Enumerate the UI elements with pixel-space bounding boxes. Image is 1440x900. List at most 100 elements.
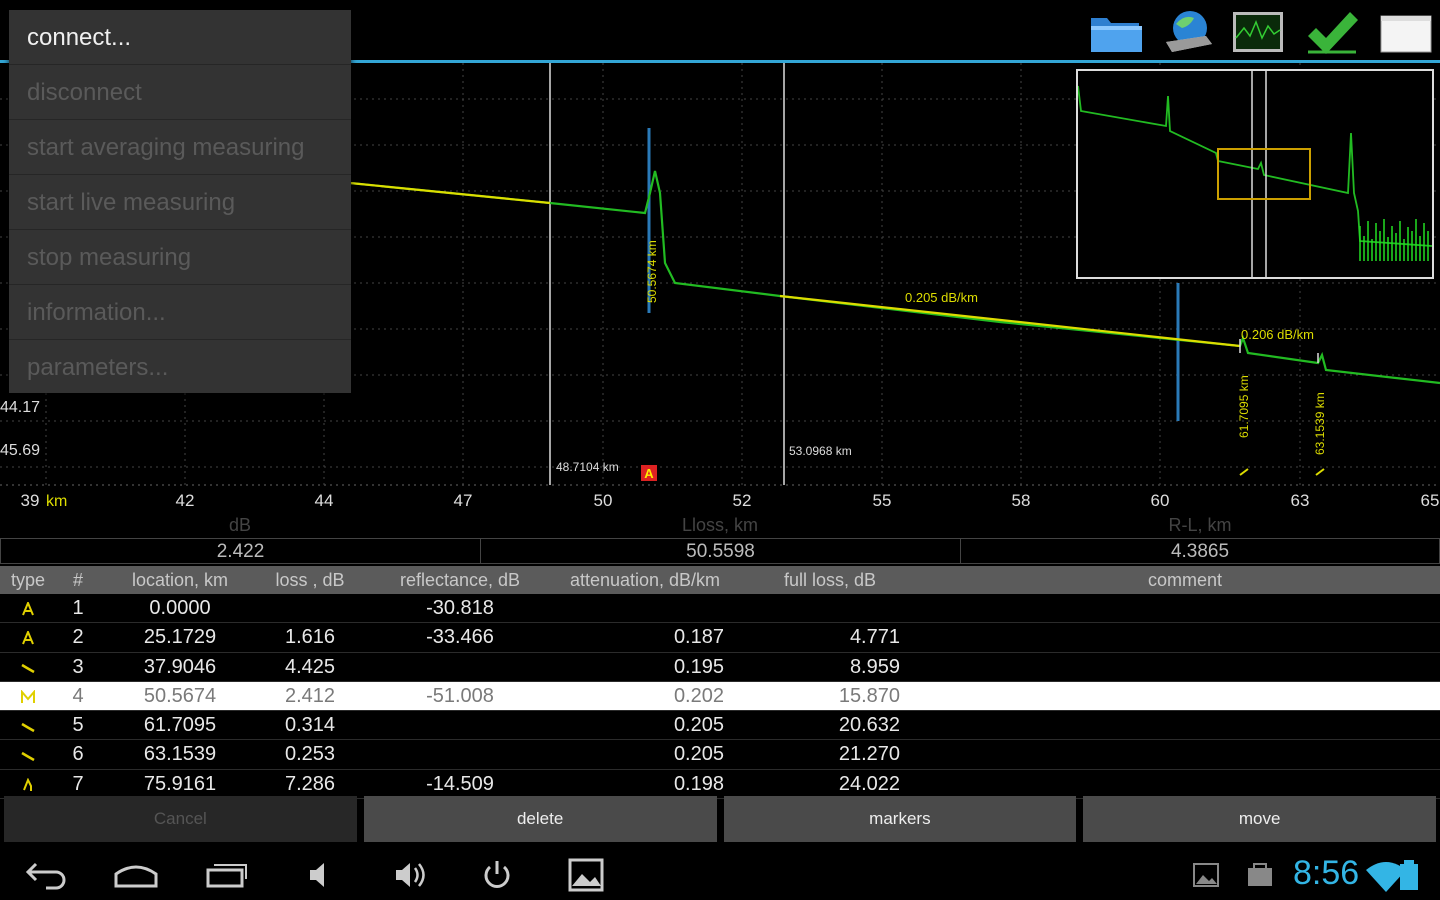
summary-db-value: 2.422 (0, 538, 480, 564)
cell-comment (930, 623, 1440, 651)
volume-down-icon[interactable] (300, 858, 348, 892)
screenshot-icon[interactable] (562, 858, 610, 892)
cell-num: 2 (72, 626, 84, 649)
y-label: 44.17 (0, 399, 40, 416)
markers-button[interactable]: markers (723, 796, 1077, 842)
splice-icon (21, 743, 35, 765)
cell-refl: -51.008 (426, 684, 494, 707)
cell-comment (930, 682, 1440, 710)
menu-item-start-live: start live measuring (9, 175, 351, 230)
col-header[interactable]: location, km (100, 566, 260, 594)
col-header[interactable]: reflectance, dB (360, 566, 560, 594)
cell-full: 21.270 (838, 743, 900, 766)
cell-num: 3 (72, 655, 84, 678)
cell-full: 4.771 (849, 626, 900, 649)
cursor-right-label: 53.0968 km (789, 444, 852, 458)
power-icon[interactable] (474, 858, 522, 892)
marker-a-icon (21, 626, 35, 648)
cell-loc: 63.1539 (143, 743, 217, 766)
cell-full: 8.959 (849, 655, 900, 678)
cell-loc: 50.5674 (143, 684, 217, 707)
briefcase-notification-icon[interactable] (1236, 858, 1284, 892)
cell-refl: -33.466 (426, 626, 494, 649)
cell-full: 20.632 (838, 714, 900, 737)
x-unit: km (46, 493, 67, 510)
cell-refl: -30.818 (426, 597, 494, 619)
menu-item-information: information... (9, 285, 351, 340)
splice-icon (21, 714, 35, 736)
x-tick: 58 (1012, 491, 1031, 510)
recent-apps-icon[interactable] (202, 858, 250, 892)
gallery-notification-icon[interactable] (1182, 858, 1230, 892)
cell-att: 0.202 (673, 684, 724, 707)
home-icon[interactable] (112, 858, 160, 892)
folder-icon[interactable] (1088, 8, 1144, 56)
x-tick: 50 (594, 491, 613, 510)
cell-loss: 7.286 (284, 772, 336, 795)
action-bar: Cancel delete markers move (0, 796, 1440, 844)
cell-full: 15.870 (838, 684, 900, 707)
marker-a-label: A (644, 466, 654, 481)
slope-label: 0.205 dB/km (905, 290, 978, 305)
col-header[interactable]: attenuation, dB/km (560, 566, 730, 594)
table-row[interactable]: 7 75.9161 7.286 -14.509 0.198 24.022 (0, 770, 1440, 800)
back-icon[interactable] (22, 858, 70, 892)
battery-icon (1394, 858, 1424, 892)
cell-att: 0.205 (673, 743, 724, 766)
x-tick: 44 (315, 491, 334, 510)
delete-button[interactable]: delete (363, 796, 717, 842)
move-button[interactable]: move (1083, 796, 1436, 842)
system-nav-bar (0, 848, 1440, 900)
col-header[interactable]: full loss, dB (730, 566, 930, 594)
fit-line (779, 294, 1241, 348)
table-row[interactable]: 3 37.9046 4.425 0.195 8.959 (0, 653, 1440, 682)
cell-comment (930, 770, 1440, 798)
menu-item-stop: stop measuring (9, 230, 351, 285)
splice-icon (21, 656, 35, 678)
event-type-cell (0, 653, 56, 681)
event-type-cell (0, 682, 56, 710)
network-drive-icon[interactable] (1160, 8, 1216, 56)
window-icon[interactable] (1378, 8, 1434, 56)
cell-num: 7 (72, 772, 84, 795)
table-row[interactable]: 1 0.0000 -30.818 (0, 594, 1440, 624)
trace-monitor-icon[interactable] (1230, 8, 1286, 56)
summary-label: Lloss, km (682, 515, 758, 535)
volume-up-icon[interactable] (388, 858, 436, 892)
cursor-left-label: 48.7104 km (556, 460, 619, 474)
col-header[interactable]: loss , dB (260, 566, 360, 594)
checkmark-icon[interactable] (1304, 8, 1360, 56)
menu-item-connect[interactable]: connect... (9, 10, 351, 65)
cell-att: 0.198 (673, 772, 724, 795)
event-label: 63.1539 km (1313, 392, 1327, 455)
cell-comment (930, 711, 1440, 739)
cell-loc: 75.9161 (143, 772, 217, 795)
status-clock: 8:56 (1293, 854, 1360, 892)
cell-loss: 2.412 (284, 684, 336, 707)
col-header[interactable]: type (0, 566, 56, 594)
summary-row: 2.422 50.5598 4.3865 (0, 538, 1440, 566)
table-row[interactable]: 2 25.1729 1.616 -33.466 0.187 4.771 (0, 623, 1440, 653)
cell-refl (360, 711, 560, 739)
overview-inset[interactable] (1076, 69, 1434, 279)
fit-line (349, 181, 551, 205)
cell-loss: 0.253 (284, 743, 336, 766)
col-header[interactable]: # (56, 566, 100, 594)
table-row[interactable]: 5 61.7095 0.314 0.205 20.632 (0, 711, 1440, 741)
x-tick: 65 (1421, 491, 1440, 510)
cell-num: 5 (72, 714, 84, 737)
event-label: 50.5674 km (645, 240, 659, 303)
cell-full (730, 594, 930, 622)
summary-rl-value: 4.3865 (960, 538, 1440, 564)
x-tick: 42 (176, 491, 195, 510)
table-row[interactable]: 6 63.1539 0.253 0.205 21.270 (0, 740, 1440, 770)
y-label: 45.69 (0, 442, 40, 459)
col-header[interactable]: comment (930, 566, 1440, 594)
cell-loss: 4.425 (284, 655, 336, 678)
x-tick: 55 (873, 491, 892, 510)
event-type-cell (0, 711, 56, 739)
cell-loss (260, 594, 360, 622)
x-tick: 39 (21, 491, 40, 510)
menu-item-start-averaging: start averaging measuring (9, 120, 351, 175)
table-row[interactable]: 4 50.5674 2.412 -51.008 0.202 15.870 (0, 681, 1440, 712)
